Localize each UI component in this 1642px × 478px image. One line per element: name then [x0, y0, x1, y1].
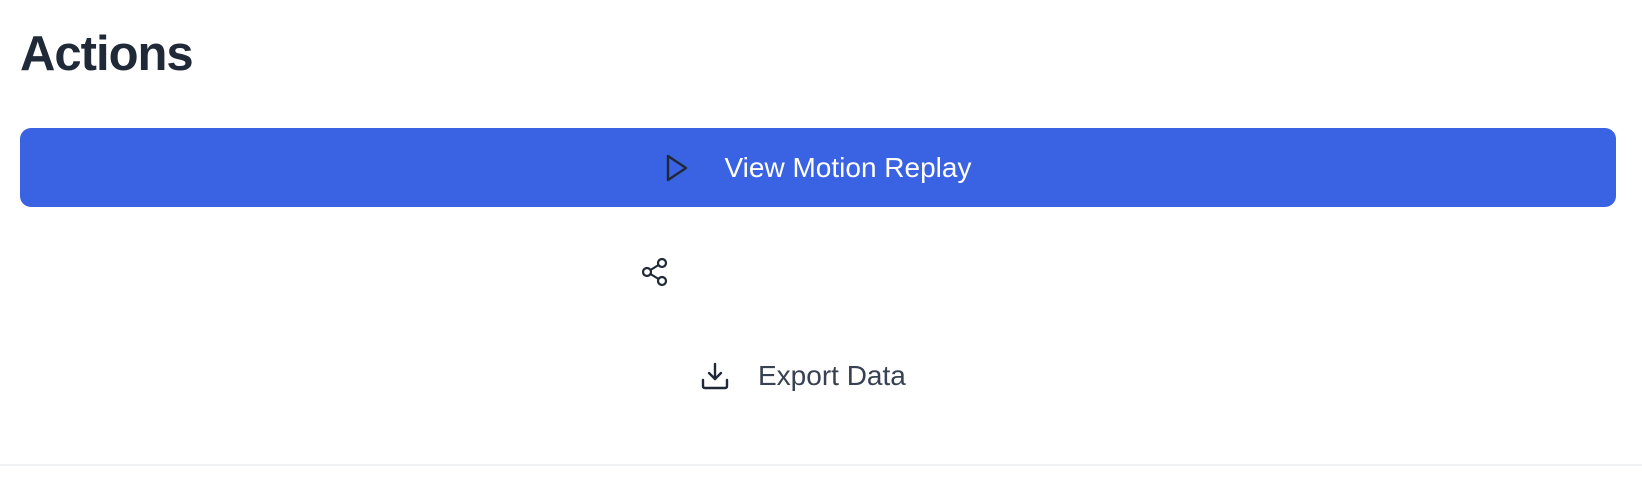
section-title: Actions	[20, 27, 194, 81]
view-motion-replay-label: View Motion Replay	[724, 151, 972, 183]
view-motion-replay-button[interactable]: View Motion Replay	[20, 128, 1616, 207]
download-icon	[700, 361, 730, 391]
export-data-button[interactable]: Export Data	[700, 352, 906, 400]
export-data-label: Export Data	[758, 360, 906, 391]
share-button[interactable]	[640, 248, 704, 296]
actions-panel: Actions View Motion Replay Export Data	[0, 0, 1642, 478]
share-icon	[640, 257, 670, 287]
divider	[0, 464, 1642, 466]
play-icon	[665, 154, 689, 182]
